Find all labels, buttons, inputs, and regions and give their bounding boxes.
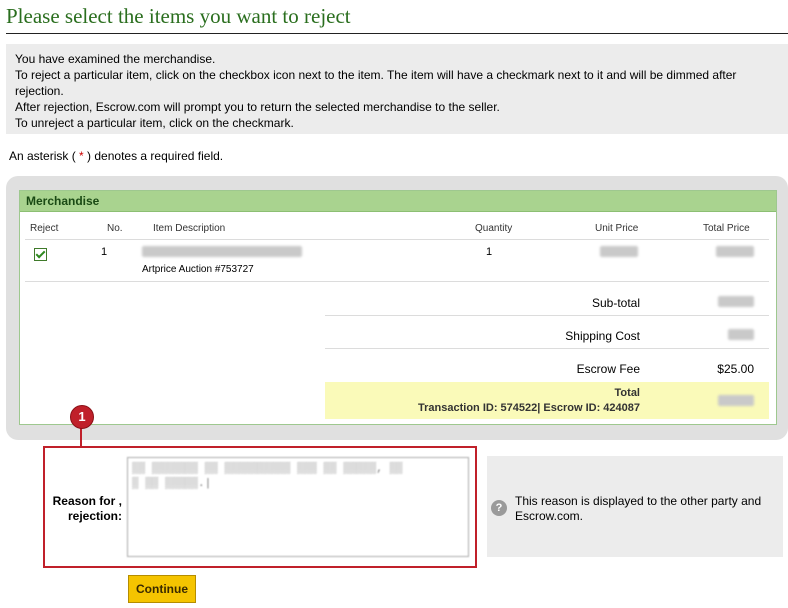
required-note-suffix: ) denotes a required field.: [87, 149, 224, 163]
escrow-fee-value: $25.00: [717, 362, 754, 376]
reason-required-mark: ,: [118, 494, 122, 508]
instruction-line: To unreject a particular item, click on …: [15, 116, 294, 130]
subtotal-value-redacted: [718, 296, 754, 310]
continue-button[interactable]: Continue: [128, 575, 196, 603]
column-item-description: Item Description: [153, 223, 226, 234]
instruction-line: After rejection, Escrow.com will prompt …: [15, 100, 500, 114]
instruction-line: You have examined the merchandise.: [15, 52, 216, 66]
subtotal-label: Sub-total: [591, 296, 640, 310]
reason-textarea[interactable]: ▒▒ ▒▒▒▒▒▒▒ ▒▒ ▒▒▒▒▒▒▒▒▒▒ ▒▒▒ ▒▒ ▒▒▒▒▒, ▒…: [127, 457, 469, 557]
item-quantity: 1: [486, 246, 493, 258]
reason-label: Reason for , rejection:: [50, 494, 122, 524]
reason-label-line1: Reason for: [52, 494, 116, 508]
required-field-note: An asterisk ( * ) denotes a required fie…: [9, 149, 223, 163]
divider: [325, 348, 769, 349]
column-total-price: Total Price: [703, 223, 750, 234]
column-reject: Reject: [30, 223, 59, 234]
required-asterisk: *: [79, 149, 84, 163]
item-number: 1: [101, 246, 108, 258]
divider: [325, 315, 769, 316]
page-title: Please select the items you want to reje…: [6, 4, 788, 34]
instructions-panel: You have examined the merchandise. To re…: [6, 44, 788, 134]
column-no: No.: [107, 223, 123, 234]
required-note-prefix: An asterisk (: [9, 149, 76, 163]
total-value-redacted: [718, 395, 754, 409]
item-name-redacted: [142, 246, 302, 260]
merchandise-heading: Merchandise: [20, 191, 776, 212]
shipping-cost-value-redacted: [728, 329, 754, 343]
merchandise-panel: Merchandise Reject No. Item Description …: [19, 190, 777, 425]
divider: [25, 281, 769, 282]
instruction-line: To reject a particular item, click on th…: [15, 68, 737, 98]
total-label: Total: [614, 387, 640, 399]
reason-help-text: This reason is displayed to the other pa…: [515, 494, 762, 523]
divider: [25, 239, 769, 240]
question-icon: ?: [491, 500, 507, 516]
item-sub-description: Artprice Auction #753727: [142, 264, 254, 275]
reason-label-line2: rejection:: [67, 509, 122, 523]
column-unit-price: Unit Price: [595, 223, 639, 234]
reject-checkbox[interactable]: [34, 248, 47, 261]
column-quantity: Quantity: [475, 223, 513, 234]
callout-number-badge: 1: [70, 405, 94, 429]
transaction-id-line: Transaction ID: 574522| Escrow ID: 42408…: [418, 402, 640, 414]
shipping-cost-label: Shipping Cost: [565, 329, 640, 343]
item-unit-price-redacted: [600, 246, 638, 260]
escrow-fee-label: Escrow Fee: [576, 362, 640, 376]
item-total-price-redacted: [716, 246, 754, 260]
callout-pointer: [80, 427, 82, 447]
